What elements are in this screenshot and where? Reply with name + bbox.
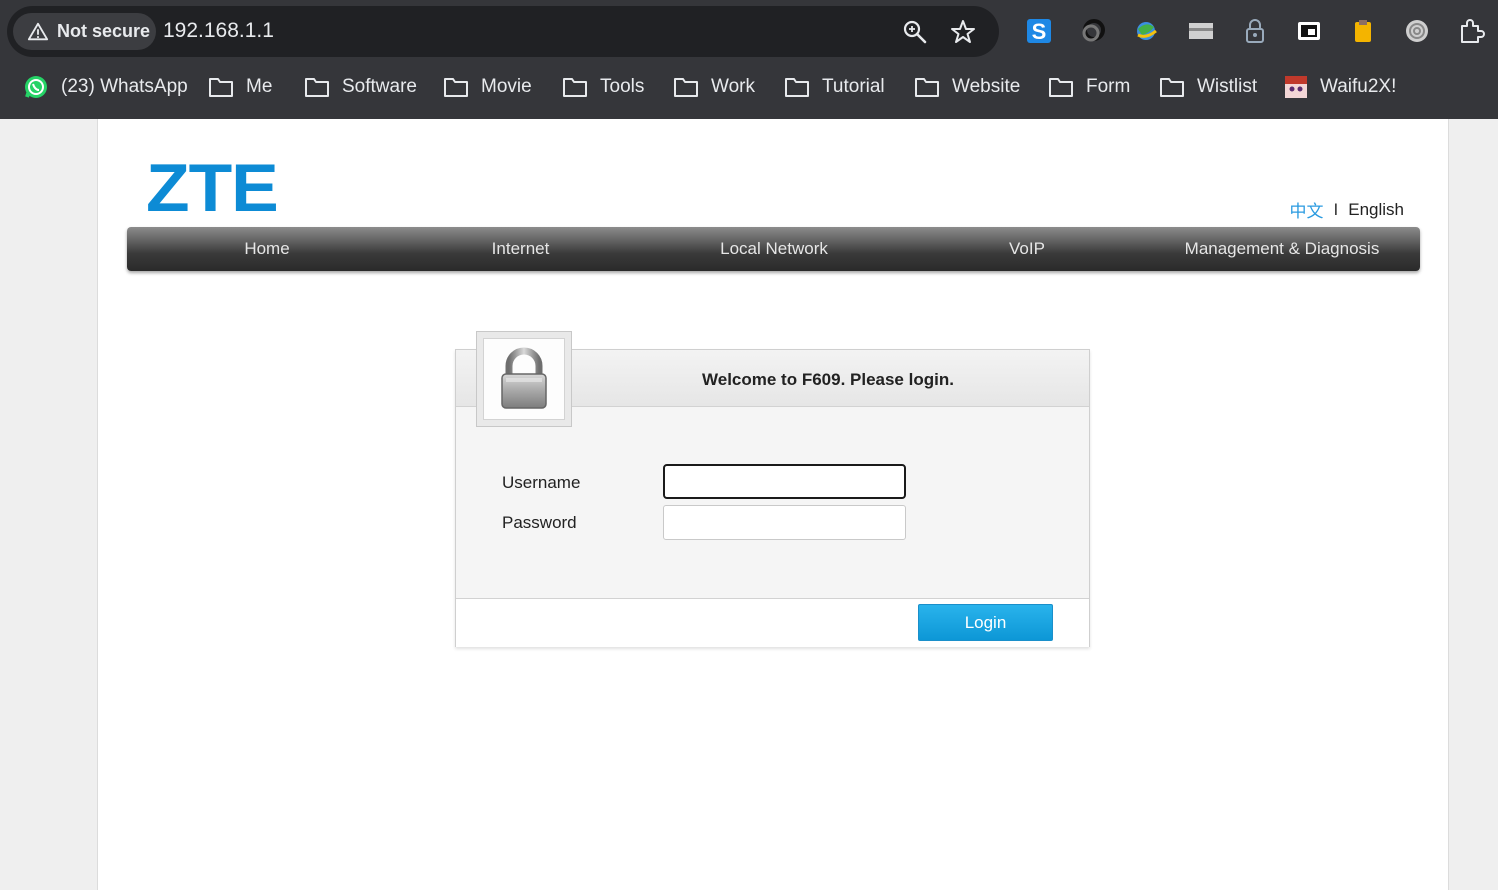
zoom-icon[interactable] xyxy=(901,18,929,46)
bookmark-label: Wistlist xyxy=(1197,76,1258,97)
login-button[interactable]: Login xyxy=(918,604,1053,641)
extension-globe-icon[interactable] xyxy=(1131,16,1161,46)
nav-management-diagnosis[interactable]: Management & Diagnosis xyxy=(1162,227,1402,271)
extensions-puzzle-icon[interactable] xyxy=(1456,16,1486,46)
nav-voip[interactable]: VoIP xyxy=(977,227,1077,271)
nav-local-network[interactable]: Local Network xyxy=(674,227,874,271)
language-switch: 中文 I English xyxy=(1290,197,1405,222)
bookmark-label: Form xyxy=(1086,76,1131,97)
bookmark-label: Software xyxy=(342,76,417,97)
bookmark-work[interactable]: Work xyxy=(673,66,755,108)
bookmark-software[interactable]: Software xyxy=(304,66,417,108)
browser-chrome: Not secure 192.168.1.1 S (23) WhatsApp M… xyxy=(0,0,1498,119)
login-footer: Login xyxy=(456,598,1089,647)
bookmark-label: Work xyxy=(711,76,755,97)
security-indicator[interactable]: Not secure xyxy=(13,13,156,50)
password-input[interactable] xyxy=(663,505,906,540)
folder-icon xyxy=(305,78,329,97)
folder-icon xyxy=(209,78,233,97)
bookmark-movie[interactable]: Movie xyxy=(443,66,532,108)
folder-icon xyxy=(674,78,698,97)
login-title: Welcome to F609. Please login. xyxy=(702,370,954,389)
username-label: Username xyxy=(502,473,581,492)
address-bar[interactable]: Not secure 192.168.1.1 xyxy=(7,6,999,57)
bookmark-waifu2x[interactable]: Waifu2X! xyxy=(1284,66,1396,108)
bookmark-form[interactable]: Form xyxy=(1048,66,1130,108)
nav-home[interactable]: Home xyxy=(127,227,407,271)
url-text[interactable]: 192.168.1.1 xyxy=(163,19,274,43)
bookmark-label: Me xyxy=(246,76,273,97)
folder-icon xyxy=(1160,78,1184,97)
warning-icon xyxy=(27,22,49,40)
extension-pip-icon[interactable] xyxy=(1294,16,1324,46)
lang-separator: I xyxy=(1333,199,1339,219)
bookmark-tutorial[interactable]: Tutorial xyxy=(784,66,885,108)
folder-icon xyxy=(563,78,587,97)
zte-logo: ZTE xyxy=(146,150,279,226)
password-label: Password xyxy=(502,513,577,532)
waifu-icon xyxy=(1285,76,1307,98)
bookmark-label: (23) WhatsApp xyxy=(61,76,188,97)
folder-icon xyxy=(785,78,809,97)
lock-tile-inner xyxy=(483,338,565,420)
username-input[interactable] xyxy=(663,464,906,499)
bookmark-wistlist[interactable]: Wistlist xyxy=(1159,66,1257,108)
main-nav: Home Internet Local Network VoIP Managem… xyxy=(127,227,1420,271)
bookmark-label: Website xyxy=(952,76,1021,97)
bookmark-me[interactable]: Me xyxy=(208,66,272,108)
extension-s-icon[interactable]: S xyxy=(1024,16,1054,46)
extension-card-icon[interactable] xyxy=(1186,16,1216,46)
lock-icon xyxy=(501,347,547,409)
bookmark-tools[interactable]: Tools xyxy=(562,66,644,108)
extension-spiral-icon[interactable] xyxy=(1402,16,1432,46)
bookmarks-bar: (23) WhatsApp Me Software Movie Tools Wo… xyxy=(0,66,1498,108)
lock-tile xyxy=(476,331,572,427)
nav-internet[interactable]: Internet xyxy=(407,227,634,271)
bookmark-whatsapp[interactable]: (23) WhatsApp xyxy=(23,66,188,108)
lang-english-link[interactable]: English xyxy=(1348,200,1404,220)
security-label: Not secure xyxy=(57,21,151,41)
extension-link-icon[interactable] xyxy=(1078,16,1108,46)
bookmark-label: Waifu2X! xyxy=(1320,76,1397,97)
bookmark-star-icon[interactable] xyxy=(949,18,977,46)
svg-text:S: S xyxy=(1032,19,1047,44)
bookmark-label: Tutorial xyxy=(822,76,885,97)
bookmark-website[interactable]: Website xyxy=(914,66,1020,108)
lang-chinese-link[interactable]: 中文 xyxy=(1290,197,1324,222)
extension-clipboard-icon[interactable] xyxy=(1348,16,1378,46)
folder-icon xyxy=(1049,78,1073,97)
folder-icon xyxy=(444,78,468,97)
whatsapp-icon xyxy=(25,76,47,98)
extension-lock-icon[interactable] xyxy=(1240,16,1270,46)
folder-icon xyxy=(915,78,939,97)
bookmark-label: Movie xyxy=(481,76,532,97)
bookmark-label: Tools xyxy=(600,76,645,97)
router-page: ZTE 中文 I English Home Internet Local Net… xyxy=(97,119,1449,890)
